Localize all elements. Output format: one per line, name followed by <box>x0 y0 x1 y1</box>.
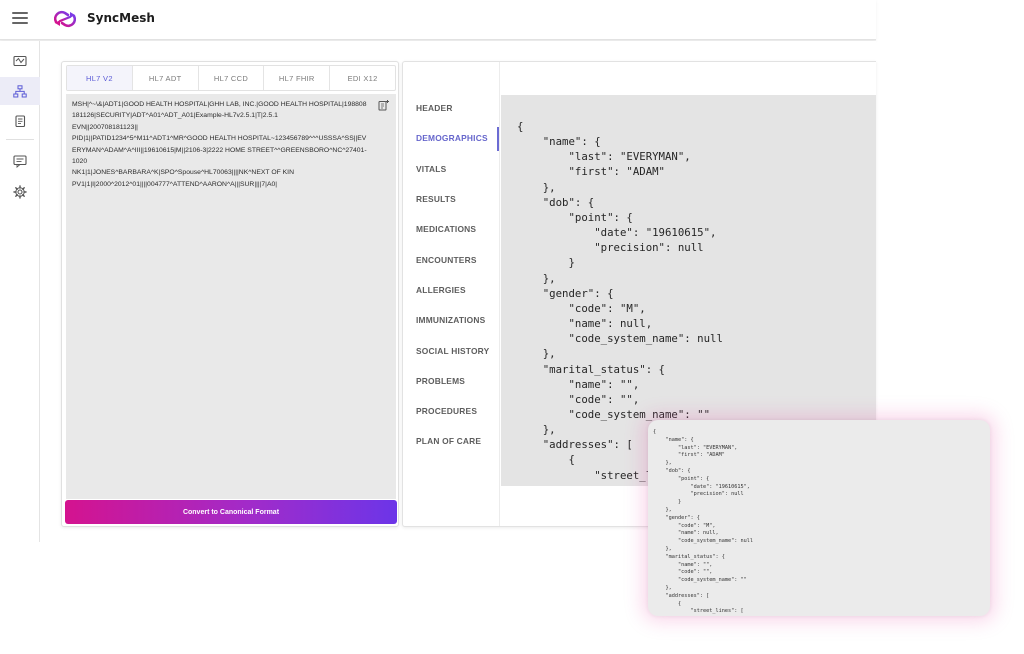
rail-item-messages[interactable] <box>0 147 40 175</box>
tab-hl7-v2[interactable]: HL7 V2 <box>67 66 133 90</box>
rail-item-settings[interactable] <box>0 178 40 206</box>
tab-hl7-adt[interactable]: HL7 ADT <box>133 66 199 90</box>
section-encounters[interactable]: ENCOUNTERS <box>403 244 499 274</box>
section-social-history[interactable]: SOCIAL HISTORY <box>403 335 499 365</box>
tab-hl7-ccd[interactable]: HL7 CCD <box>199 66 265 90</box>
section-procedures[interactable]: PROCEDURES <box>403 396 499 426</box>
app-name: SyncMesh <box>87 11 155 25</box>
nav-divider <box>499 62 500 526</box>
hl7-message-text: MSH|^~\&|ADT1|GOOD HEALTH HOSPITAL|GHH L… <box>72 101 367 188</box>
section-problems[interactable]: PROBLEMS <box>403 366 499 396</box>
tab-hl7-fhir[interactable]: HL7 FHIR <box>264 66 331 90</box>
input-panel: HL7 V2 HL7 ADT HL7 CCD HL7 FHIR EDI X12 … <box>61 61 399 527</box>
section-vitals[interactable]: VITALS <box>403 154 499 184</box>
top-bar: SyncMesh <box>0 0 876 40</box>
section-medications[interactable]: MEDICATIONS <box>403 214 499 244</box>
section-nav: HEADER DEMOGRAPHICS VITALS RESULTS MEDIC… <box>403 93 499 457</box>
section-allergies[interactable]: ALLERGIES <box>403 275 499 305</box>
section-plan-of-care[interactable]: PLAN OF CARE <box>403 426 499 456</box>
rail-item-hierarchy[interactable] <box>0 77 40 105</box>
format-tabs: HL7 V2 HL7 ADT HL7 CCD HL7 FHIR EDI X12 <box>66 65 396 91</box>
menu-icon[interactable] <box>12 12 28 26</box>
section-header[interactable]: HEADER <box>403 93 499 123</box>
json-preview-text: { "name": { "last": "EVERYMAN", "first":… <box>653 429 753 615</box>
sliders-icon <box>13 55 27 67</box>
message-icon <box>13 154 27 168</box>
hierarchy-icon <box>13 84 27 97</box>
json-preview-card: { "name": { "last": "EVERYMAN", "first":… <box>648 420 990 616</box>
hl7-message-editor[interactable]: MSH|^~\&|ADT1|GOOD HEALTH HOSPITAL|GHH L… <box>66 94 396 499</box>
rail-divider <box>6 139 34 140</box>
document-icon <box>15 114 26 127</box>
rail-item-document[interactable] <box>0 107 40 135</box>
left-rail <box>0 41 40 542</box>
convert-button[interactable]: Convert to Canonical Format <box>65 500 397 524</box>
syncmesh-logo <box>53 10 77 28</box>
section-immunizations[interactable]: IMMUNIZATIONS <box>403 305 499 335</box>
section-demographics[interactable]: DEMOGRAPHICS <box>403 123 499 153</box>
gear-icon <box>13 185 27 199</box>
section-results[interactable]: RESULTS <box>403 184 499 214</box>
tab-edi-x12[interactable]: EDI X12 <box>330 66 395 90</box>
copy-icon[interactable] <box>378 99 390 111</box>
rail-item-sliders[interactable] <box>0 47 40 75</box>
